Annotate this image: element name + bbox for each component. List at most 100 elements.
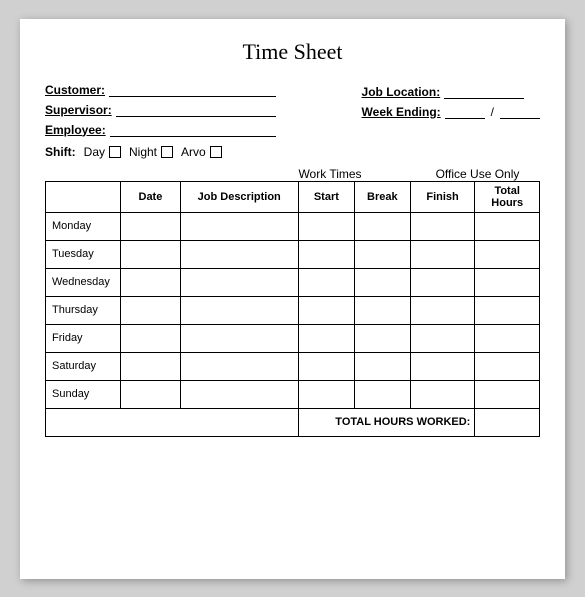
supervisor-field: Supervisor:	[45, 103, 276, 117]
finish-saturday[interactable]	[410, 352, 475, 380]
start-sunday[interactable]	[298, 380, 354, 408]
break-tuesday[interactable]	[354, 240, 410, 268]
customer-input[interactable]	[109, 83, 276, 97]
job-location-label: Job Location:	[362, 85, 441, 99]
shift-day-label: Day	[84, 145, 105, 159]
jobdesc-thursday[interactable]	[180, 296, 298, 324]
header-total-hours: TotalHours	[475, 181, 540, 212]
header-finish: Finish	[410, 181, 475, 212]
timesheet-table: Date Job Description Start Break Finish …	[45, 181, 540, 437]
break-wednesday[interactable]	[354, 268, 410, 296]
week-ending-input-1[interactable]	[445, 105, 485, 119]
jobdesc-saturday[interactable]	[180, 352, 298, 380]
day-tuesday: Tuesday	[46, 240, 121, 268]
week-ending-input-2[interactable]	[500, 105, 540, 119]
table-row: Wednesday	[46, 268, 540, 296]
total-thursday[interactable]	[475, 296, 540, 324]
shift-arvo-checkbox[interactable]	[210, 146, 222, 158]
start-friday[interactable]	[298, 324, 354, 352]
shift-arvo-label: Arvo	[181, 145, 206, 159]
header-start: Start	[298, 181, 354, 212]
break-thursday[interactable]	[354, 296, 410, 324]
shift-night-checkbox[interactable]	[161, 146, 173, 158]
form-left: Customer: Supervisor: Employee:	[45, 83, 276, 137]
total-friday[interactable]	[475, 324, 540, 352]
finish-thursday[interactable]	[410, 296, 475, 324]
day-monday: Monday	[46, 212, 121, 240]
break-sunday[interactable]	[354, 380, 410, 408]
week-ending-label: Week Ending:	[362, 105, 441, 119]
date-friday[interactable]	[121, 324, 180, 352]
employee-input[interactable]	[110, 123, 276, 137]
finish-wednesday[interactable]	[410, 268, 475, 296]
break-monday[interactable]	[354, 212, 410, 240]
week-ending-field: Week Ending: /	[362, 105, 540, 119]
total-saturday[interactable]	[475, 352, 540, 380]
page-title: Time Sheet	[45, 39, 540, 65]
shift-label: Shift:	[45, 145, 76, 159]
customer-field: Customer:	[45, 83, 276, 97]
employee-label: Employee:	[45, 123, 106, 137]
day-friday: Friday	[46, 324, 121, 352]
finish-tuesday[interactable]	[410, 240, 475, 268]
supervisor-input[interactable]	[116, 103, 276, 117]
break-friday[interactable]	[354, 324, 410, 352]
table-row: Thursday	[46, 296, 540, 324]
date-tuesday[interactable]	[121, 240, 180, 268]
jobdesc-wednesday[interactable]	[180, 268, 298, 296]
finish-friday[interactable]	[410, 324, 475, 352]
section-labels: Work Times Office Use Only	[45, 167, 540, 181]
total-wednesday[interactable]	[475, 268, 540, 296]
shift-night-label: Night	[129, 145, 157, 159]
day-saturday: Saturday	[46, 352, 121, 380]
date-monday[interactable]	[121, 212, 180, 240]
total-monday[interactable]	[475, 212, 540, 240]
table-row: Sunday	[46, 380, 540, 408]
header-job-desc: Job Description	[180, 181, 298, 212]
table-row: Saturday	[46, 352, 540, 380]
week-ending-slash: /	[489, 105, 496, 119]
date-wednesday[interactable]	[121, 268, 180, 296]
supervisor-label: Supervisor:	[45, 103, 112, 117]
form-section: Customer: Supervisor: Employee: Job Loca…	[45, 83, 540, 137]
jobdesc-sunday[interactable]	[180, 380, 298, 408]
header-date: Date	[121, 181, 180, 212]
start-wednesday[interactable]	[298, 268, 354, 296]
start-thursday[interactable]	[298, 296, 354, 324]
shift-day-checkbox[interactable]	[109, 146, 121, 158]
shift-night-item: Night	[129, 145, 173, 159]
header-day	[46, 181, 121, 212]
date-thursday[interactable]	[121, 296, 180, 324]
start-saturday[interactable]	[298, 352, 354, 380]
table-row: Tuesday	[46, 240, 540, 268]
jobdesc-friday[interactable]	[180, 324, 298, 352]
table-header-row: Date Job Description Start Break Finish …	[46, 181, 540, 212]
start-monday[interactable]	[298, 212, 354, 240]
total-tuesday[interactable]	[475, 240, 540, 268]
day-wednesday: Wednesday	[46, 268, 121, 296]
timesheet-page: Time Sheet Customer: Supervisor: Employe…	[20, 19, 565, 579]
date-saturday[interactable]	[121, 352, 180, 380]
day-sunday: Sunday	[46, 380, 121, 408]
jobdesc-tuesday[interactable]	[180, 240, 298, 268]
total-hours-worked-label: TOTAL HOURS WORKED:	[298, 408, 474, 436]
employee-field: Employee:	[45, 123, 276, 137]
table-row: Monday	[46, 212, 540, 240]
start-tuesday[interactable]	[298, 240, 354, 268]
job-location-input[interactable]	[444, 85, 524, 99]
total-sunday[interactable]	[475, 380, 540, 408]
total-hours-value[interactable]	[475, 408, 540, 436]
customer-label: Customer:	[45, 83, 105, 97]
header-break: Break	[354, 181, 410, 212]
day-thursday: Thursday	[46, 296, 121, 324]
total-hours-row: TOTAL HOURS WORKED:	[46, 408, 540, 436]
finish-monday[interactable]	[410, 212, 475, 240]
finish-sunday[interactable]	[410, 380, 475, 408]
shift-arvo-item: Arvo	[181, 145, 222, 159]
break-saturday[interactable]	[354, 352, 410, 380]
jobdesc-monday[interactable]	[180, 212, 298, 240]
date-sunday[interactable]	[121, 380, 180, 408]
total-hours-empty-1	[46, 408, 299, 436]
shift-day-item: Day	[84, 145, 121, 159]
table-row: Friday	[46, 324, 540, 352]
